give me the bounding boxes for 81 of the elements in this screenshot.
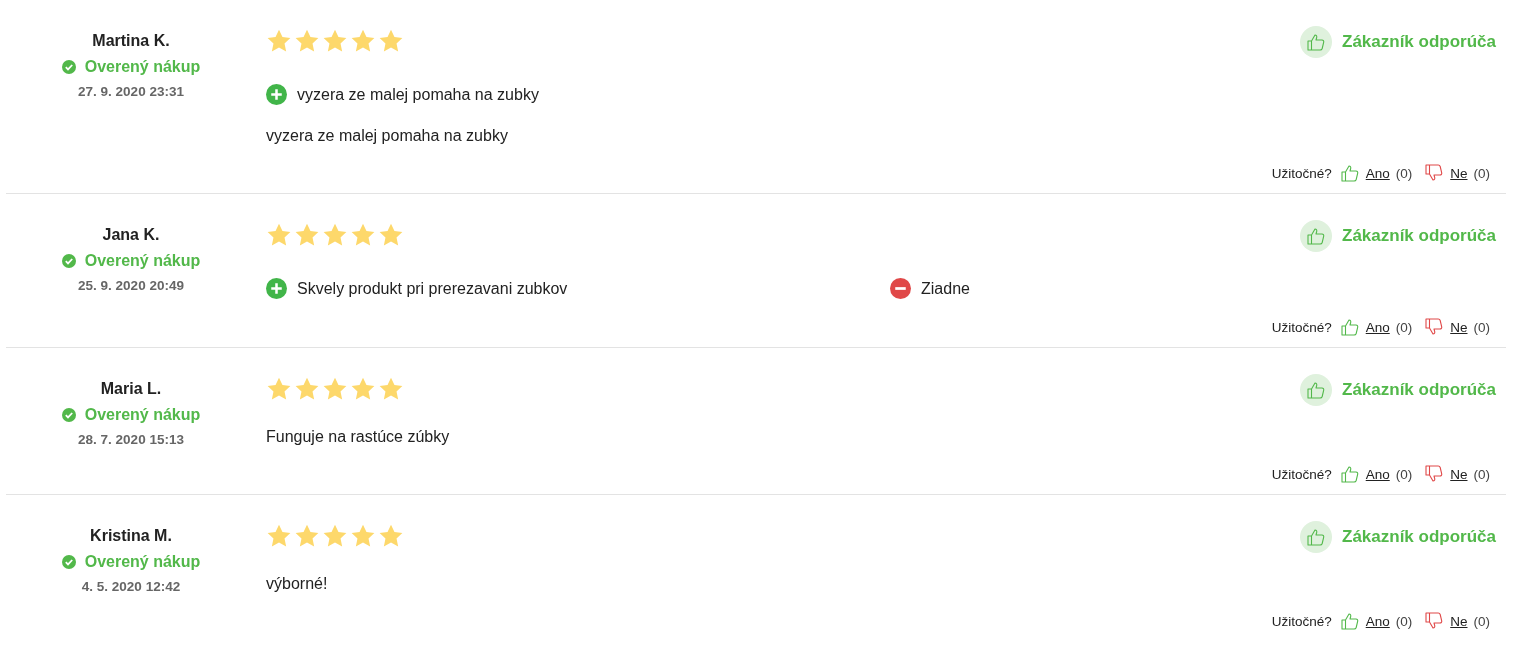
yes-link[interactable]: Ano <box>1365 319 1390 335</box>
no-link[interactable]: Ne <box>1450 165 1468 181</box>
no-count: (0) <box>1473 319 1490 335</box>
helpful-label: Užitočné? <box>1271 165 1332 181</box>
thumbs-down-icon <box>1424 163 1445 183</box>
thumbs-up-icon <box>1339 464 1360 484</box>
yes-link[interactable]: Ano <box>1365 165 1390 181</box>
thumbs-down-icon <box>1424 317 1445 337</box>
star-icon <box>350 376 376 402</box>
star-icon <box>294 376 320 402</box>
yes-count: (0) <box>1395 165 1413 181</box>
no-count: (0) <box>1473 466 1490 482</box>
reviewer-name: Maria L. <box>100 380 162 398</box>
star-icon <box>350 523 376 549</box>
thumbs-down-icon <box>1424 611 1445 631</box>
minus-circle-icon <box>890 278 911 299</box>
reviewer-name: Jana K. <box>102 226 160 244</box>
recommend-label: Zákazník odporúča <box>1342 527 1496 547</box>
helpful-label: Užitočné? <box>1271 613 1332 629</box>
star-icon <box>378 376 404 402</box>
check-circle-icon <box>61 408 76 422</box>
review-date: 25. 9. 2020 20:49 <box>78 278 184 293</box>
star-icon <box>294 523 320 549</box>
recommend-label: Zákazník odporúča <box>1342 226 1496 246</box>
thumbs-up-icon <box>1306 527 1326 547</box>
star-icon <box>294 28 320 54</box>
review-text: Funguje na rastúce zúbky <box>266 428 451 446</box>
plus-circle-icon <box>266 278 287 299</box>
yes-link[interactable]: Ano <box>1365 613 1390 629</box>
review-date: 4. 5. 2020 12:42 <box>81 579 181 594</box>
thumbs-up-icon <box>1306 380 1326 400</box>
reviewer-name: Martina K. <box>92 32 170 50</box>
no-link[interactable]: Ne <box>1450 613 1468 629</box>
thumbs-up-icon <box>1339 611 1360 631</box>
con-text: Ziadne <box>921 279 970 298</box>
thumbs-up-icon <box>1339 163 1360 183</box>
star-icon <box>266 376 292 402</box>
no-link[interactable]: Ne <box>1450 319 1468 335</box>
verified-purchase-label: Overený nákup <box>84 58 201 76</box>
check-circle-icon <box>61 254 76 268</box>
yes-count: (0) <box>1395 319 1413 335</box>
star-icon <box>378 523 404 549</box>
star-icon <box>322 28 348 54</box>
recommend-label: Zákazník odporúča <box>1342 32 1496 52</box>
yes-count: (0) <box>1395 466 1413 482</box>
star-icon <box>350 28 376 54</box>
review-date: 28. 7. 2020 15:13 <box>78 432 184 447</box>
star-icon <box>266 523 292 549</box>
review-text: výborné! <box>266 575 329 593</box>
helpful-label: Užitočné? <box>1271 319 1332 335</box>
yes-count: (0) <box>1395 613 1413 629</box>
plus-circle-icon <box>266 84 287 105</box>
check-circle-icon <box>61 555 76 569</box>
check-circle-icon <box>61 60 76 74</box>
star-icon <box>266 222 292 248</box>
review-date: 27. 9. 2020 23:31 <box>78 84 184 99</box>
thumbs-down-icon <box>1424 464 1445 484</box>
star-icon <box>322 376 348 402</box>
star-icon <box>322 523 348 549</box>
no-count: (0) <box>1473 613 1490 629</box>
verified-purchase-label: Overený nákup <box>84 406 201 424</box>
verified-purchase-label: Overený nákup <box>84 252 201 270</box>
verified-purchase-label: Overený nákup <box>84 553 201 571</box>
thumbs-up-icon <box>1306 226 1326 246</box>
reviewer-name: Kristina M. <box>90 527 172 545</box>
pro-text: Skvely produkt pri prerezavani zubkov <box>297 279 568 298</box>
star-icon <box>350 222 376 248</box>
review-text: vyzera ze malej pomaha na zubky <box>266 127 509 145</box>
no-link[interactable]: Ne <box>1450 466 1468 482</box>
recommend-label: Zákazník odporúča <box>1342 380 1496 400</box>
star-icon <box>378 222 404 248</box>
thumbs-up-icon <box>1306 32 1326 52</box>
pro-text: vyzera ze malej pomaha na zubky <box>297 85 539 104</box>
thumbs-up-icon <box>1339 317 1360 337</box>
star-icon <box>294 222 320 248</box>
star-icon <box>378 28 404 54</box>
star-icon <box>266 28 292 54</box>
yes-link[interactable]: Ano <box>1365 466 1390 482</box>
star-icon <box>322 222 348 248</box>
no-count: (0) <box>1473 165 1490 181</box>
helpful-label: Užitočné? <box>1271 466 1332 482</box>
